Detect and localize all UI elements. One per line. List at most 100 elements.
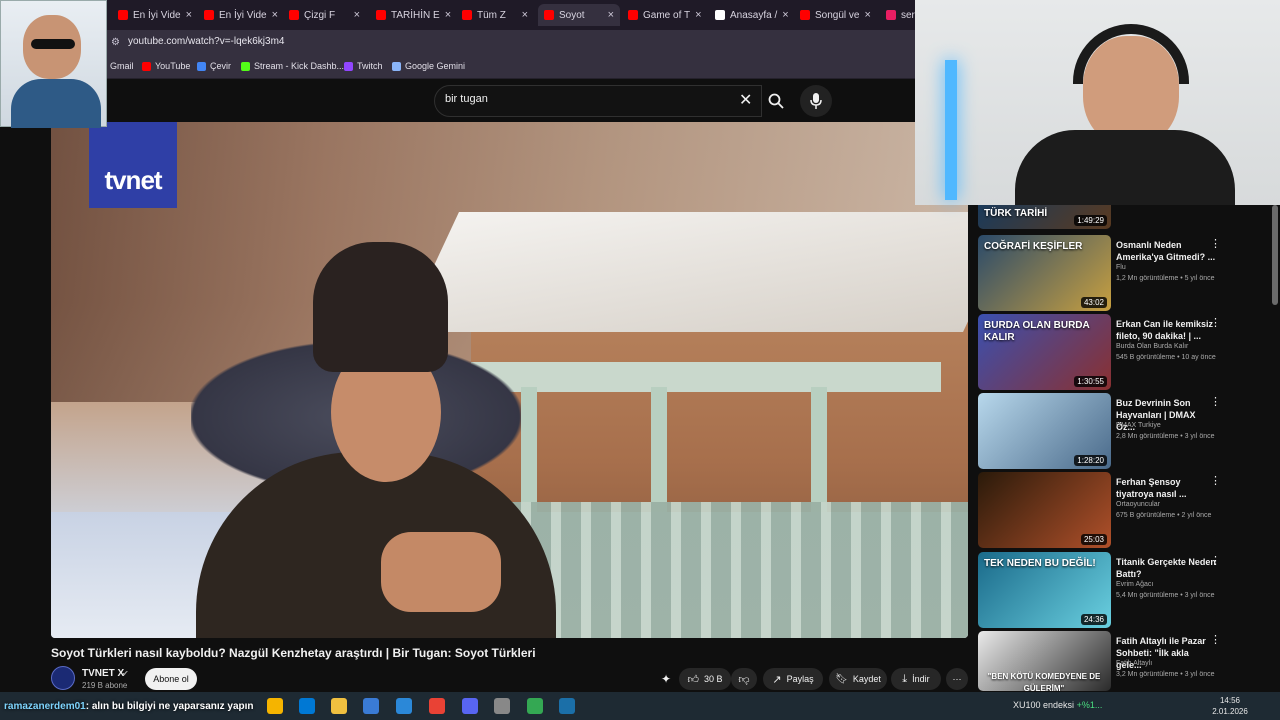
recommendation-thumbnail[interactable]: BURDA OLAN BURDA KALIR 1:30:55 bbox=[978, 314, 1111, 390]
bookmark-item[interactable]: Twitch bbox=[344, 61, 383, 71]
browser-tab[interactable]: En İyi Vide × bbox=[198, 4, 279, 26]
copilot-icon[interactable] bbox=[267, 698, 283, 714]
chrome-profile-icon[interactable] bbox=[527, 698, 543, 714]
store-icon[interactable] bbox=[363, 698, 379, 714]
video-player[interactable]: tvnet bbox=[51, 122, 968, 638]
edge-icon[interactable] bbox=[299, 698, 315, 714]
bookmark-item[interactable]: YouTube bbox=[142, 61, 190, 71]
more-options-icon[interactable]: ⋮ bbox=[1210, 554, 1221, 567]
scrollbar[interactable] bbox=[1272, 205, 1278, 305]
tab-close-icon[interactable]: × bbox=[864, 9, 870, 21]
browser-tab[interactable]: TARİHİN E × bbox=[370, 4, 452, 26]
site-info-icon[interactable]: ⚙ bbox=[111, 37, 120, 48]
tab-label: En İyi Vide bbox=[133, 9, 181, 21]
tab-close-icon[interactable]: × bbox=[186, 9, 192, 21]
led-light bbox=[945, 60, 957, 200]
tab-close-icon[interactable]: × bbox=[608, 9, 614, 21]
recommendation-thumbnail[interactable]: 25:03 bbox=[978, 472, 1111, 548]
chat-overlay: ramazanerdem01: alın bu bilgiyi ne yapar… bbox=[4, 701, 254, 712]
recommendation-thumbnail[interactable]: "BEN KÖTÜ KOMEDYENE DE GÜLERİM" bbox=[978, 631, 1111, 691]
recommendation-card[interactable]: 1:28:20 Buz Devrinin Son Hayvanları | DMA… bbox=[978, 393, 1268, 469]
share-label: Paylaş bbox=[786, 674, 814, 684]
browser-tab[interactable]: Tüm Z × bbox=[456, 4, 534, 26]
recommendation-card[interactable]: 25:03 Ferhan Şensoy tiyatroya nasıl ... Or… bbox=[978, 472, 1268, 548]
clock-date: 2.01.2026 bbox=[1212, 707, 1248, 716]
search-input[interactable] bbox=[445, 93, 715, 105]
tab-favicon-icon bbox=[715, 10, 725, 20]
more-options-icon[interactable]: ⋮ bbox=[1210, 633, 1221, 646]
save-button[interactable]: 🔖︎ Kaydet bbox=[829, 668, 887, 690]
tab-close-icon[interactable]: × bbox=[695, 9, 701, 21]
more-options-icon[interactable]: ⋮ bbox=[1210, 395, 1221, 408]
dislike-button[interactable]: 👎︎ bbox=[731, 668, 757, 690]
tab-close-icon[interactable]: × bbox=[522, 9, 528, 21]
bookmark-label: Stream - Kick Dashb... bbox=[254, 61, 345, 71]
browser-tab[interactable]: serh bbox=[880, 4, 920, 26]
recommendation-card[interactable]: TÜRK TARİHİ 1:49:29 bbox=[978, 205, 1268, 229]
tab-favicon-icon bbox=[462, 10, 472, 20]
clear-search-icon[interactable]: ✕ bbox=[739, 90, 752, 110]
stock-label: XU100 endeksi bbox=[1013, 700, 1075, 710]
browser-tab[interactable]: En İyi Vide × bbox=[112, 4, 194, 26]
recommendation-thumbnail[interactable]: COĞRAFİ KEŞİFLER 43:02 bbox=[978, 235, 1111, 311]
recommendation-thumbnail[interactable]: 1:28:20 bbox=[978, 393, 1111, 469]
more-options-icon[interactable]: ⋮ bbox=[1210, 316, 1221, 329]
chrome-icon[interactable] bbox=[429, 698, 445, 714]
mail-icon[interactable] bbox=[396, 698, 412, 714]
recommendation-card[interactable]: BURDA OLAN BURDA KALIR 1:30:55 Erkan Can i… bbox=[978, 314, 1268, 390]
search-button[interactable] bbox=[762, 85, 790, 117]
recommendation-card[interactable]: COĞRAFİ KEŞİFLER 43:02 Osmanlı Neden Ameri… bbox=[978, 235, 1268, 311]
recommendation-card[interactable]: "BEN KÖTÜ KOMEDYENE DE GÜLERİM" Fatih Alt… bbox=[978, 631, 1268, 691]
recommendation-thumbnail[interactable]: TÜRK TARİHİ 1:49:29 bbox=[978, 205, 1111, 229]
voice-search-button[interactable] bbox=[800, 85, 832, 117]
tab-close-icon[interactable]: × bbox=[782, 9, 788, 21]
bookmark-item[interactable]: Google Gemini bbox=[392, 61, 465, 71]
recommendation-channel[interactable]: Flu bbox=[1116, 264, 1126, 271]
obs-icon[interactable] bbox=[494, 698, 510, 714]
recommendation-title[interactable]: Titanik Gerçekte Neden Battı? bbox=[1116, 556, 1216, 580]
sparkle-button[interactable]: ✦ bbox=[655, 668, 677, 690]
channel-name[interactable]: TVNET X bbox=[82, 668, 124, 679]
recommendation-channel[interactable]: DMAX Turkiye bbox=[1116, 422, 1161, 429]
recommendation-title[interactable]: Osmanlı Neden Amerika'ya Gitmedi? ... bbox=[1116, 239, 1216, 263]
browser-tab[interactable]: Soyot × bbox=[538, 4, 620, 26]
tab-close-icon[interactable]: × bbox=[445, 9, 451, 21]
bookmark-item[interactable]: Stream - Kick Dashb... bbox=[241, 61, 344, 71]
recommendation-channel[interactable]: Evrim Ağacı bbox=[1116, 581, 1153, 588]
download-button[interactable]: ⤓ İndir bbox=[891, 668, 941, 690]
recommendation-channel[interactable]: Fatih Altaylı bbox=[1116, 660, 1152, 667]
video-frame-railing bbox=[491, 502, 968, 638]
like-button[interactable]: 👍︎ 30 B bbox=[679, 668, 731, 690]
recommendation-thumbnail[interactable]: TEK NEDEN BU DEĞİL! 24:36 bbox=[978, 552, 1111, 628]
tab-label: Game of T bbox=[643, 9, 691, 21]
system-clock[interactable]: 14:56 2.01.2026 bbox=[1208, 695, 1252, 717]
bookmark-item[interactable]: Çevir bbox=[197, 61, 231, 71]
url-text[interactable]: youtube.com/watch?v=-lqek6kj3m4 bbox=[128, 36, 284, 47]
browser-tab[interactable]: Songül ve × bbox=[794, 4, 876, 26]
recommendation-channel[interactable]: Burda Olan Burda Kalır bbox=[1116, 343, 1188, 350]
browser-tab[interactable]: Çizgi F × bbox=[283, 4, 366, 26]
channel-avatar[interactable] bbox=[51, 666, 75, 690]
recommendation-channel[interactable]: Ortaoyuncular bbox=[1116, 501, 1160, 508]
tab-close-icon[interactable]: × bbox=[272, 9, 278, 21]
more-options-icon[interactable]: ⋮ bbox=[1210, 237, 1221, 250]
file-explorer-icon[interactable] bbox=[331, 698, 347, 714]
more-actions-button[interactable]: ⋯ bbox=[946, 668, 968, 690]
search-box[interactable]: ✕ bbox=[434, 85, 762, 117]
webcam-overlay-left bbox=[0, 0, 107, 128]
more-options-icon[interactable]: ⋮ bbox=[1210, 474, 1221, 487]
bookmark-item[interactable]: Gmail bbox=[110, 61, 134, 71]
browser-tab[interactable]: Game of T × bbox=[622, 4, 705, 26]
stock-widget[interactable]: XU100 endeksi +%1... bbox=[1013, 700, 1102, 710]
browser-tab[interactable]: Anasayfa / × bbox=[709, 4, 790, 26]
chat-username: ramazanerdem01 bbox=[4, 701, 86, 712]
recommendation-card[interactable]: TEK NEDEN BU DEĞİL! 24:36 Titanik Gerçekte… bbox=[978, 552, 1268, 628]
subscribe-button[interactable]: Abone ol bbox=[145, 668, 197, 690]
recommendation-title[interactable]: Erkan Can ile kemiksiz fileto, 90 dakika… bbox=[1116, 318, 1216, 342]
share-button[interactable]: ↗ Paylaş bbox=[763, 668, 823, 690]
tab-favicon-icon bbox=[204, 10, 214, 20]
steam-icon[interactable] bbox=[559, 698, 575, 714]
discord-icon[interactable] bbox=[462, 698, 478, 714]
recommendation-title[interactable]: Ferhan Şensoy tiyatroya nasıl ... bbox=[1116, 476, 1216, 500]
tab-close-icon[interactable]: × bbox=[354, 9, 360, 21]
